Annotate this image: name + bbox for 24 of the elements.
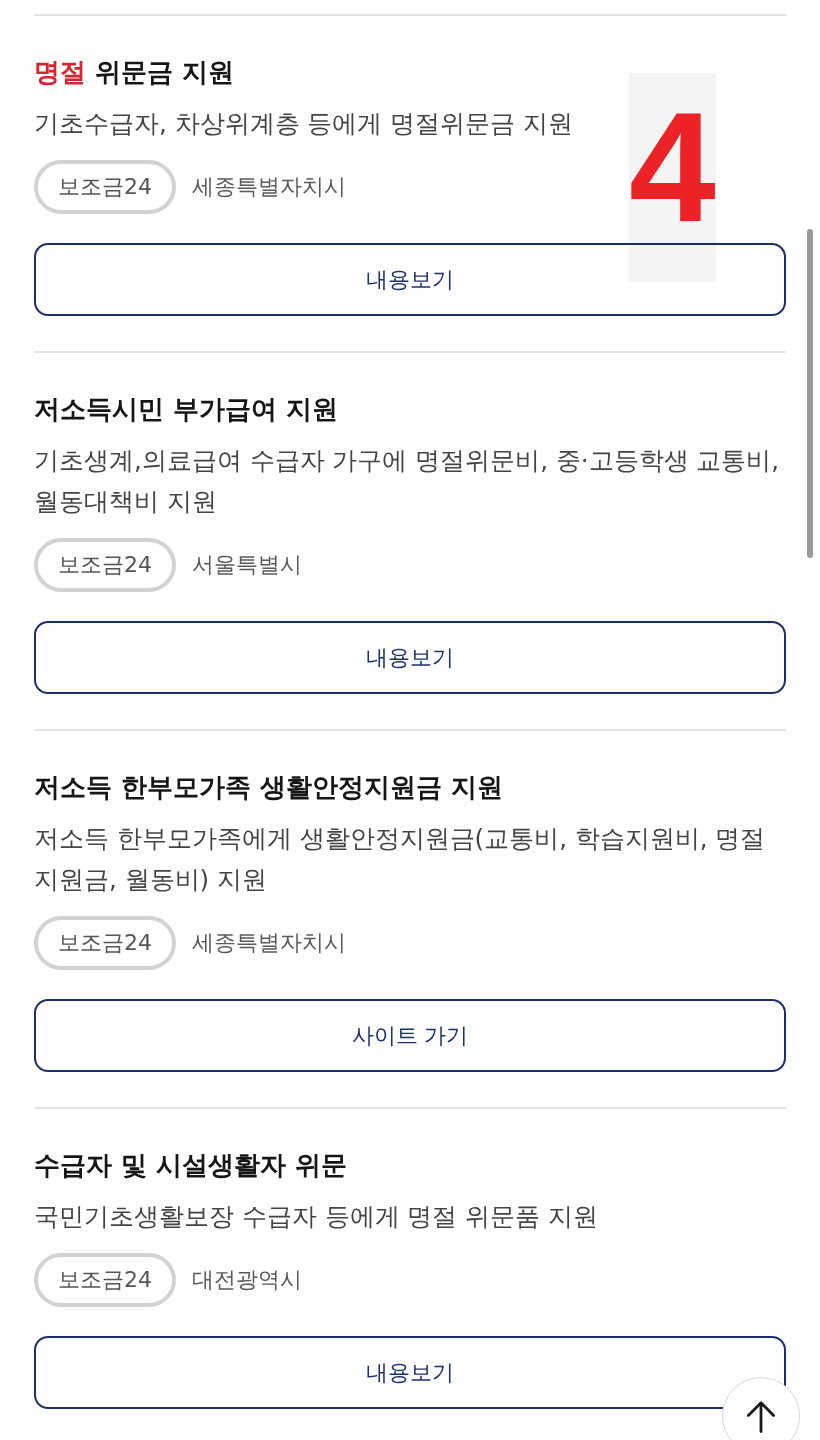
result-title: 수급자 및 시설생활자 위문 bbox=[34, 1150, 348, 1180]
region-label: 대전광역시 bbox=[192, 1266, 302, 1294]
result-description: 저소득 한부모가족에게 생활안정지원금(교통비, 학습지원비, 명절지원금, 월동비) 지원 bbox=[34, 823, 767, 896]
result-title: 저소득 한부모가족 생활안정지원금 지원 bbox=[34, 772, 504, 802]
action-button[interactable]: 내용보기 bbox=[34, 621, 786, 694]
region-label: 서울특별시 bbox=[192, 551, 302, 579]
scroll-to-top-button[interactable] bbox=[722, 1377, 800, 1440]
action-button[interactable]: 내용보기 bbox=[34, 1336, 786, 1409]
source-tag: 보조금24 bbox=[34, 916, 176, 970]
result-title: 저소득시민 부가급여 지원 bbox=[34, 394, 339, 424]
source-tag: 보조금24 bbox=[34, 160, 176, 214]
result-title: 위문금 지원 bbox=[95, 57, 235, 87]
result-description: 기초수급자, 차상위계층 등에게 명절위문금 지원 bbox=[34, 108, 574, 140]
result-description: 기초생계,의료급여 수급자 가구에 명절위문비, 중·고등학생 교통비, 월동대책비 지원 bbox=[34, 445, 781, 518]
source-tag: 보조금24 bbox=[34, 538, 176, 592]
action-button[interactable]: 내용보기 bbox=[34, 243, 786, 316]
source-tag: 보조금24 bbox=[34, 1253, 176, 1307]
arrow-up-icon bbox=[747, 1401, 775, 1433]
result-description: 국민기초생활보장 수급자 등에게 명절 위문품 지원 bbox=[34, 1201, 599, 1233]
step-number-badge: 4 bbox=[629, 73, 716, 282]
region-label: 세종특별자치시 bbox=[192, 173, 346, 201]
search-keyword: 명절 bbox=[34, 57, 86, 87]
action-button[interactable]: 사이트 가기 bbox=[34, 999, 786, 1072]
region-label: 세종특별자치시 bbox=[192, 929, 346, 957]
